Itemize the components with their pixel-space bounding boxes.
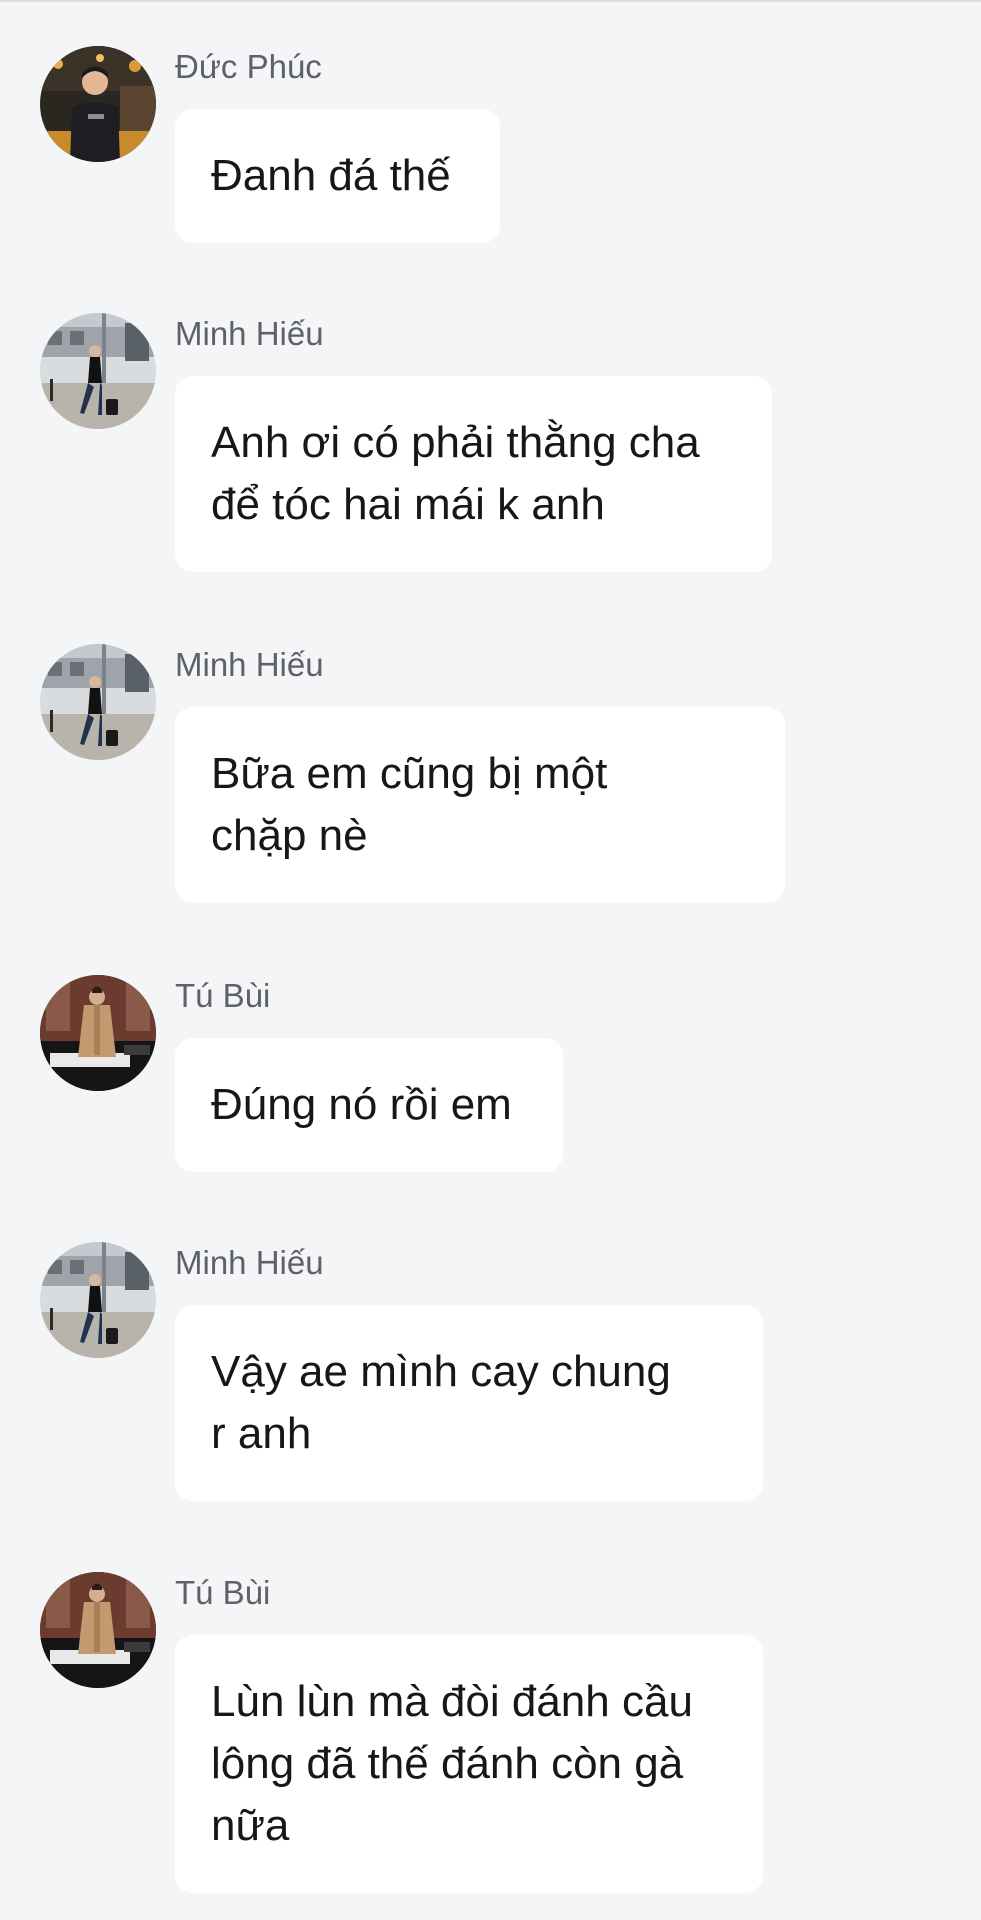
avatar-minh-hieu[interactable] — [40, 1242, 156, 1358]
avatar-minh-hieu[interactable] — [40, 644, 156, 760]
sender-name: Tú Bùi — [175, 1574, 271, 1611]
sender-name: Minh Hiếu — [175, 315, 324, 352]
avatar-minh-hieu[interactable] — [40, 313, 156, 429]
message-bubble[interactable]: Đúng nó rồi em — [175, 1038, 563, 1172]
message-bubble[interactable]: Lùn lùn mà đòi đánh cầu lông đã thế đánh… — [175, 1635, 763, 1893]
sender-name: Tú Bùi — [175, 977, 271, 1014]
avatar-tu-bui[interactable] — [40, 975, 156, 1091]
sender-name: Minh Hiếu — [175, 646, 324, 683]
avatar-tu-bui[interactable] — [40, 1572, 156, 1688]
sender-name: Đức Phúc — [175, 48, 322, 85]
message-bubble[interactable]: Vậy ae mình cay chung r anh — [175, 1305, 763, 1501]
message-bubble[interactable]: Đanh đá thế — [175, 109, 500, 243]
sender-name: Minh Hiếu — [175, 1244, 324, 1281]
message-bubble[interactable]: Bữa em cũng bị một chặp nè — [175, 707, 785, 903]
message-bubble[interactable]: Anh ơi có phải thằng cha để tóc hai mái … — [175, 376, 772, 572]
avatar-duc-phuc[interactable] — [40, 46, 156, 162]
top-divider — [0, 0, 981, 2]
